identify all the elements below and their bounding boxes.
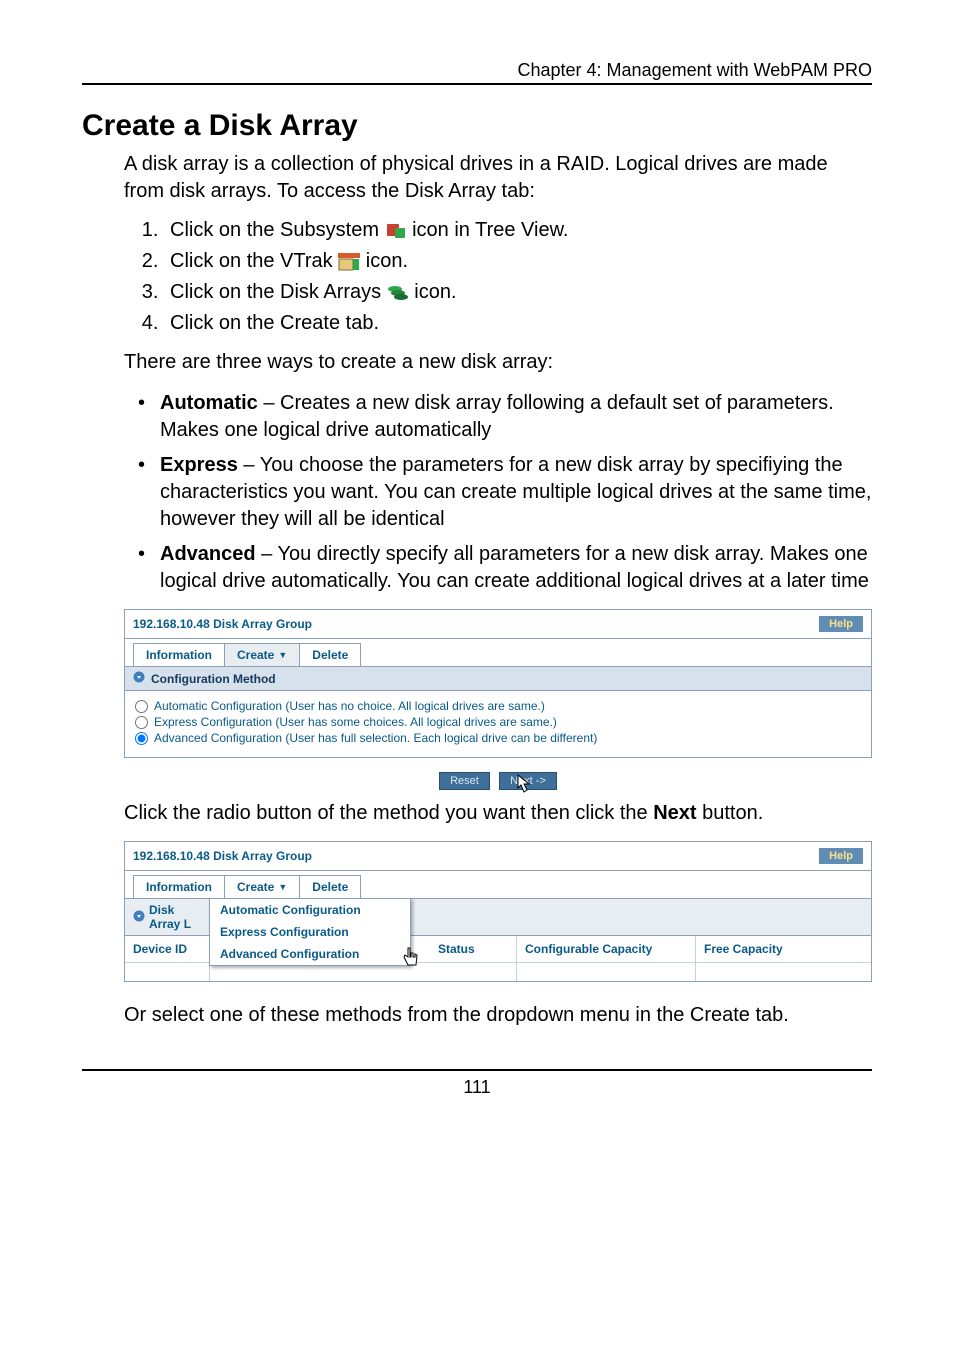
bullet-express-label: Express: [160, 454, 238, 476]
chevron-down-icon: ▼: [278, 650, 287, 660]
step-1-text-a: Click on the Subsystem: [170, 219, 385, 241]
bullet-express: Express – You choose the parameters for …: [138, 452, 872, 533]
bullet-automatic-text: – Creates a new disk array following a d…: [160, 392, 834, 441]
radio-automatic-label: Automatic Configuration (User has no cho…: [154, 699, 545, 713]
page-number: 111: [82, 1069, 872, 1098]
step-2-text-a: Click on the VTrak: [170, 250, 338, 272]
tab-information-2[interactable]: Information: [133, 875, 225, 898]
radio-express-label: Express Configuration (User has some cho…: [154, 715, 557, 729]
panel1-tabs: Information Create ▼ Delete: [125, 639, 871, 667]
tab-create-label: Create: [237, 648, 274, 662]
help-link-2[interactable]: Help: [819, 848, 863, 864]
methods-intro: There are three ways to create a new dis…: [124, 349, 872, 376]
mid-text: Click the radio button of the method you…: [124, 800, 872, 827]
tab-create-2[interactable]: Create ▼: [224, 875, 300, 898]
col-configurable-capacity: Configurable Capacity: [517, 936, 696, 962]
disk-arrays-icon: [387, 284, 409, 302]
section-title: Configuration Method: [151, 672, 276, 686]
page-title: Create a Disk Array: [82, 109, 872, 143]
menu-express[interactable]: Express Configuration: [210, 921, 410, 943]
help-link[interactable]: Help: [819, 616, 863, 632]
tab-create-2-label: Create: [237, 880, 274, 894]
chevron-expand-icon[interactable]: [133, 671, 145, 686]
bullet-automatic-label: Automatic: [160, 392, 258, 414]
methods-list: Automatic – Creates a new disk array fol…: [124, 390, 872, 595]
radio-advanced-input[interactable]: [135, 732, 148, 745]
panel1-title: 192.168.10.48 Disk Array Group: [133, 617, 312, 631]
radio-advanced[interactable]: Advanced Configuration (User has full se…: [135, 731, 861, 745]
radio-express[interactable]: Express Configuration (User has some cho…: [135, 715, 861, 729]
bullet-advanced: Advanced – You directly specify all para…: [138, 541, 872, 595]
menu-automatic[interactable]: Automatic Configuration: [210, 899, 410, 921]
section-config-method: Configuration Method: [125, 667, 871, 691]
step-2: Click on the VTrak icon.: [164, 250, 872, 273]
tab-information[interactable]: Information: [133, 643, 225, 666]
radio-advanced-label: Advanced Configuration (User has full se…: [154, 731, 597, 745]
bullet-advanced-label: Advanced: [160, 543, 256, 565]
panel2-tabs: Information Create ▼ Delete Automatic Co…: [125, 871, 871, 899]
create-dropdown-panel: 192.168.10.48 Disk Array Group Help Info…: [124, 841, 872, 982]
step-1-text-b: icon in Tree View.: [412, 219, 568, 241]
mid-text-b: button.: [697, 802, 764, 824]
chapter-header: Chapter 4: Management with WebPAM PRO: [82, 60, 872, 85]
radio-list: Automatic Configuration (User has no cho…: [125, 691, 871, 757]
step-2-text-b: icon.: [366, 250, 408, 272]
tab-delete[interactable]: Delete: [299, 643, 361, 666]
intro-paragraph: A disk array is a collection of physical…: [124, 151, 872, 205]
col-device-id: Device ID: [125, 936, 210, 962]
mid-text-a: Click the radio button of the method you…: [124, 802, 653, 824]
col-status: Status: [430, 936, 517, 962]
step-1: Click on the Subsystem icon in Tree View…: [164, 219, 872, 242]
steps-list: Click on the Subsystem icon in Tree View…: [124, 219, 872, 335]
cursor-hand-icon: [402, 947, 420, 969]
bullet-automatic: Automatic – Creates a new disk array fol…: [138, 390, 872, 444]
panel2-title: 192.168.10.48 Disk Array Group: [133, 849, 312, 863]
bullet-advanced-text: – You directly specify all parameters fo…: [160, 543, 869, 592]
radio-automatic[interactable]: Automatic Configuration (User has no cho…: [135, 699, 861, 713]
config-method-panel: 192.168.10.48 Disk Array Group Help Info…: [124, 609, 872, 758]
reset-button[interactable]: Reset: [439, 772, 490, 790]
radio-automatic-input[interactable]: [135, 700, 148, 713]
chevron-down-icon-2: ▼: [278, 882, 287, 892]
menu-advanced[interactable]: Advanced Configuration: [210, 943, 410, 965]
col-free-capacity: Free Capacity: [696, 936, 871, 962]
subsystem-icon: [385, 222, 407, 240]
bullet-express-text: – You choose the parameters for a new di…: [160, 454, 871, 530]
tab-delete-2[interactable]: Delete: [299, 875, 361, 898]
closing-text: Or select one of these methods from the …: [124, 1002, 872, 1029]
radio-express-input[interactable]: [135, 716, 148, 729]
list-label: Disk Array L: [149, 903, 201, 931]
create-dropdown-menu: Automatic Configuration Express Configur…: [209, 898, 411, 966]
mid-text-bold: Next: [653, 802, 696, 824]
step-3-text-b: icon.: [414, 281, 456, 303]
vtrak-icon: [338, 253, 360, 271]
tab-create[interactable]: Create ▼: [224, 643, 300, 666]
cursor-arrow-icon: [517, 774, 533, 794]
step-3: Click on the Disk Arrays icon.: [164, 281, 872, 304]
step-4: Click on the Create tab.: [164, 312, 872, 335]
step-3-text-a: Click on the Disk Arrays: [170, 281, 387, 303]
chevron-expand-icon-2[interactable]: [133, 910, 145, 925]
